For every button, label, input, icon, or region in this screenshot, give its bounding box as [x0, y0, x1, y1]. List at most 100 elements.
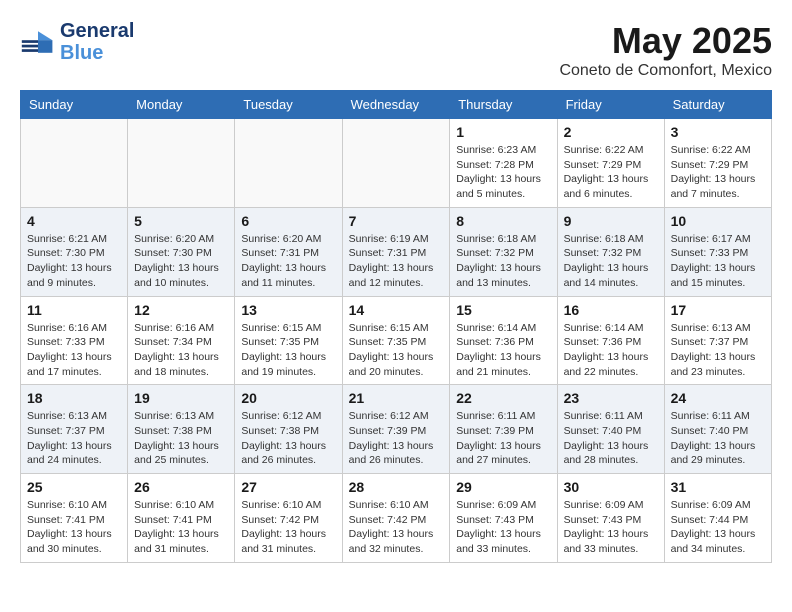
location: Coneto de Comonfort, Mexico: [559, 62, 772, 80]
calendar-day-cell: 5Sunrise: 6:20 AMSunset: 7:30 PMDaylight…: [128, 207, 235, 296]
day-number: 24: [671, 390, 765, 406]
day-info: Sunrise: 6:23 AMSunset: 7:28 PMDaylight:…: [456, 143, 550, 202]
day-number: 3: [671, 124, 765, 140]
calendar-day-cell: 27Sunrise: 6:10 AMSunset: 7:42 PMDayligh…: [235, 474, 342, 563]
day-info: Sunrise: 6:09 AMSunset: 7:44 PMDaylight:…: [671, 498, 765, 557]
day-number: 31: [671, 479, 765, 495]
day-number: 17: [671, 302, 765, 318]
day-number: 7: [349, 213, 444, 229]
day-number: 8: [456, 213, 550, 229]
day-number: 13: [241, 302, 335, 318]
calendar-day-cell: [342, 119, 450, 208]
day-number: 6: [241, 213, 335, 229]
day-number: 14: [349, 302, 444, 318]
title-section: May 2025 Coneto de Comonfort, Mexico: [559, 20, 772, 80]
day-info: Sunrise: 6:11 AMSunset: 7:39 PMDaylight:…: [456, 409, 550, 468]
day-number: 28: [349, 479, 444, 495]
day-info: Sunrise: 6:11 AMSunset: 7:40 PMDaylight:…: [671, 409, 765, 468]
calendar-day-cell: 10 Sunrise: 6:17 AMSunset: 7:33 PMDayligh…: [664, 207, 771, 296]
calendar-week-row: 4 Sunrise: 6:21 AMSunset: 7:30 PMDaylight…: [21, 207, 772, 296]
page-header: General Blue May 2025 Coneto de Comonfor…: [20, 20, 772, 80]
calendar-week-row: 1Sunrise: 6:23 AMSunset: 7:28 PMDaylight…: [21, 119, 772, 208]
day-info: Sunrise: 6:12 AMSunset: 7:38 PMDaylight:…: [241, 409, 335, 468]
calendar-day-cell: 19 Sunrise: 6:13 AMSunset: 7:38 PMDayligh…: [128, 385, 235, 474]
calendar-day-cell: 24 Sunrise: 6:11 AMSunset: 7:40 PMDayligh…: [664, 385, 771, 474]
day-info: Sunrise: 6:10 AMSunset: 7:41 PMDaylight:…: [134, 498, 228, 557]
day-info: Sunrise: 6:15 AMSunset: 7:35 PMDaylight:…: [241, 321, 335, 380]
calendar-day-cell: 28 Sunrise: 6:10 AMSunset: 7:42 PMDayligh…: [342, 474, 450, 563]
day-info: Sunrise: 6:11 AMSunset: 7:40 PMDaylight:…: [564, 409, 658, 468]
day-number: 4: [27, 213, 121, 229]
day-number: 5: [134, 213, 228, 229]
day-info: Sunrise: 6:09 AMSunset: 7:43 PMDaylight:…: [564, 498, 658, 557]
calendar-day-cell: 6 Sunrise: 6:20 AMSunset: 7:31 PMDaylight…: [235, 207, 342, 296]
day-info: Sunrise: 6:14 AMSunset: 7:36 PMDaylight:…: [564, 321, 658, 380]
calendar-day-cell: 21Sunrise: 6:12 AMSunset: 7:39 PMDayligh…: [342, 385, 450, 474]
weekday-header: Friday: [557, 91, 664, 119]
calendar-day-cell: 9 Sunrise: 6:18 AMSunset: 7:32 PMDaylight…: [557, 207, 664, 296]
day-info: Sunrise: 6:14 AMSunset: 7:36 PMDaylight:…: [456, 321, 550, 380]
day-number: 10: [671, 213, 765, 229]
day-info: Sunrise: 6:18 AMSunset: 7:32 PMDaylight:…: [456, 232, 550, 291]
calendar-day-cell: 15 Sunrise: 6:14 AMSunset: 7:36 PMDayligh…: [450, 296, 557, 385]
calendar-day-cell: 20 Sunrise: 6:12 AMSunset: 7:38 PMDayligh…: [235, 385, 342, 474]
day-info: Sunrise: 6:10 AMSunset: 7:41 PMDaylight:…: [27, 498, 121, 557]
calendar-day-cell: 8 Sunrise: 6:18 AMSunset: 7:32 PMDaylight…: [450, 207, 557, 296]
day-info: Sunrise: 6:16 AMSunset: 7:33 PMDaylight:…: [27, 321, 121, 380]
calendar-week-row: 18 Sunrise: 6:13 AMSunset: 7:37 PMDayligh…: [21, 385, 772, 474]
day-number: 30: [564, 479, 658, 495]
calendar-day-cell: 18 Sunrise: 6:13 AMSunset: 7:37 PMDayligh…: [21, 385, 128, 474]
calendar-day-cell: [235, 119, 342, 208]
calendar-week-row: 11 Sunrise: 6:16 AMSunset: 7:33 PMDayligh…: [21, 296, 772, 385]
calendar-day-cell: 7 Sunrise: 6:19 AMSunset: 7:31 PMDaylight…: [342, 207, 450, 296]
day-number: 26: [134, 479, 228, 495]
calendar-table: SundayMondayTuesdayWednesdayThursdayFrid…: [20, 90, 772, 563]
calendar-day-cell: 26 Sunrise: 6:10 AMSunset: 7:41 PMDayligh…: [128, 474, 235, 563]
day-number: 19: [134, 390, 228, 406]
calendar-day-cell: 4 Sunrise: 6:21 AMSunset: 7:30 PMDaylight…: [21, 207, 128, 296]
day-number: 16: [564, 302, 658, 318]
calendar-day-cell: 14Sunrise: 6:15 AMSunset: 7:35 PMDayligh…: [342, 296, 450, 385]
logo-icon: [20, 24, 56, 60]
weekday-header: Sunday: [21, 91, 128, 119]
day-info: Sunrise: 6:10 AMSunset: 7:42 PMDaylight:…: [349, 498, 444, 557]
day-info: Sunrise: 6:21 AMSunset: 7:30 PMDaylight:…: [27, 232, 121, 291]
calendar-day-cell: 23Sunrise: 6:11 AMSunset: 7:40 PMDayligh…: [557, 385, 664, 474]
calendar-day-cell: 22 Sunrise: 6:11 AMSunset: 7:39 PMDayligh…: [450, 385, 557, 474]
day-info: Sunrise: 6:13 AMSunset: 7:38 PMDaylight:…: [134, 409, 228, 468]
calendar-day-cell: 12 Sunrise: 6:16 AMSunset: 7:34 PMDayligh…: [128, 296, 235, 385]
day-number: 2: [564, 124, 658, 140]
weekday-header: Thursday: [450, 91, 557, 119]
calendar-day-cell: 3Sunrise: 6:22 AMSunset: 7:29 PMDaylight…: [664, 119, 771, 208]
day-info: Sunrise: 6:22 AMSunset: 7:29 PMDaylight:…: [564, 143, 658, 202]
calendar-day-cell: [128, 119, 235, 208]
day-number: 20: [241, 390, 335, 406]
calendar-day-cell: 30 Sunrise: 6:09 AMSunset: 7:43 PMDayligh…: [557, 474, 664, 563]
day-number: 15: [456, 302, 550, 318]
calendar-day-cell: 16 Sunrise: 6:14 AMSunset: 7:36 PMDayligh…: [557, 296, 664, 385]
calendar-day-cell: 17 Sunrise: 6:13 AMSunset: 7:37 PMDayligh…: [664, 296, 771, 385]
day-info: Sunrise: 6:19 AMSunset: 7:31 PMDaylight:…: [349, 232, 444, 291]
day-number: 12: [134, 302, 228, 318]
day-info: Sunrise: 6:13 AMSunset: 7:37 PMDaylight:…: [27, 409, 121, 468]
calendar-day-cell: 11 Sunrise: 6:16 AMSunset: 7:33 PMDayligh…: [21, 296, 128, 385]
day-info: Sunrise: 6:09 AMSunset: 7:43 PMDaylight:…: [456, 498, 550, 557]
logo-text: General Blue: [60, 20, 134, 64]
day-number: 29: [456, 479, 550, 495]
day-info: Sunrise: 6:10 AMSunset: 7:42 PMDaylight:…: [241, 498, 335, 557]
calendar-day-cell: 31 Sunrise: 6:09 AMSunset: 7:44 PMDayligh…: [664, 474, 771, 563]
day-number: 11: [27, 302, 121, 318]
day-info: Sunrise: 6:17 AMSunset: 7:33 PMDaylight:…: [671, 232, 765, 291]
day-info: Sunrise: 6:20 AMSunset: 7:31 PMDaylight:…: [241, 232, 335, 291]
calendar-header-row: SundayMondayTuesdayWednesdayThursdayFrid…: [21, 91, 772, 119]
calendar-day-cell: [21, 119, 128, 208]
weekday-header: Tuesday: [235, 91, 342, 119]
day-info: Sunrise: 6:16 AMSunset: 7:34 PMDaylight:…: [134, 321, 228, 380]
day-info: Sunrise: 6:13 AMSunset: 7:37 PMDaylight:…: [671, 321, 765, 380]
day-number: 22: [456, 390, 550, 406]
month-title: May 2025: [559, 20, 772, 62]
day-number: 18: [27, 390, 121, 406]
day-number: 21: [349, 390, 444, 406]
day-number: 9: [564, 213, 658, 229]
day-info: Sunrise: 6:18 AMSunset: 7:32 PMDaylight:…: [564, 232, 658, 291]
